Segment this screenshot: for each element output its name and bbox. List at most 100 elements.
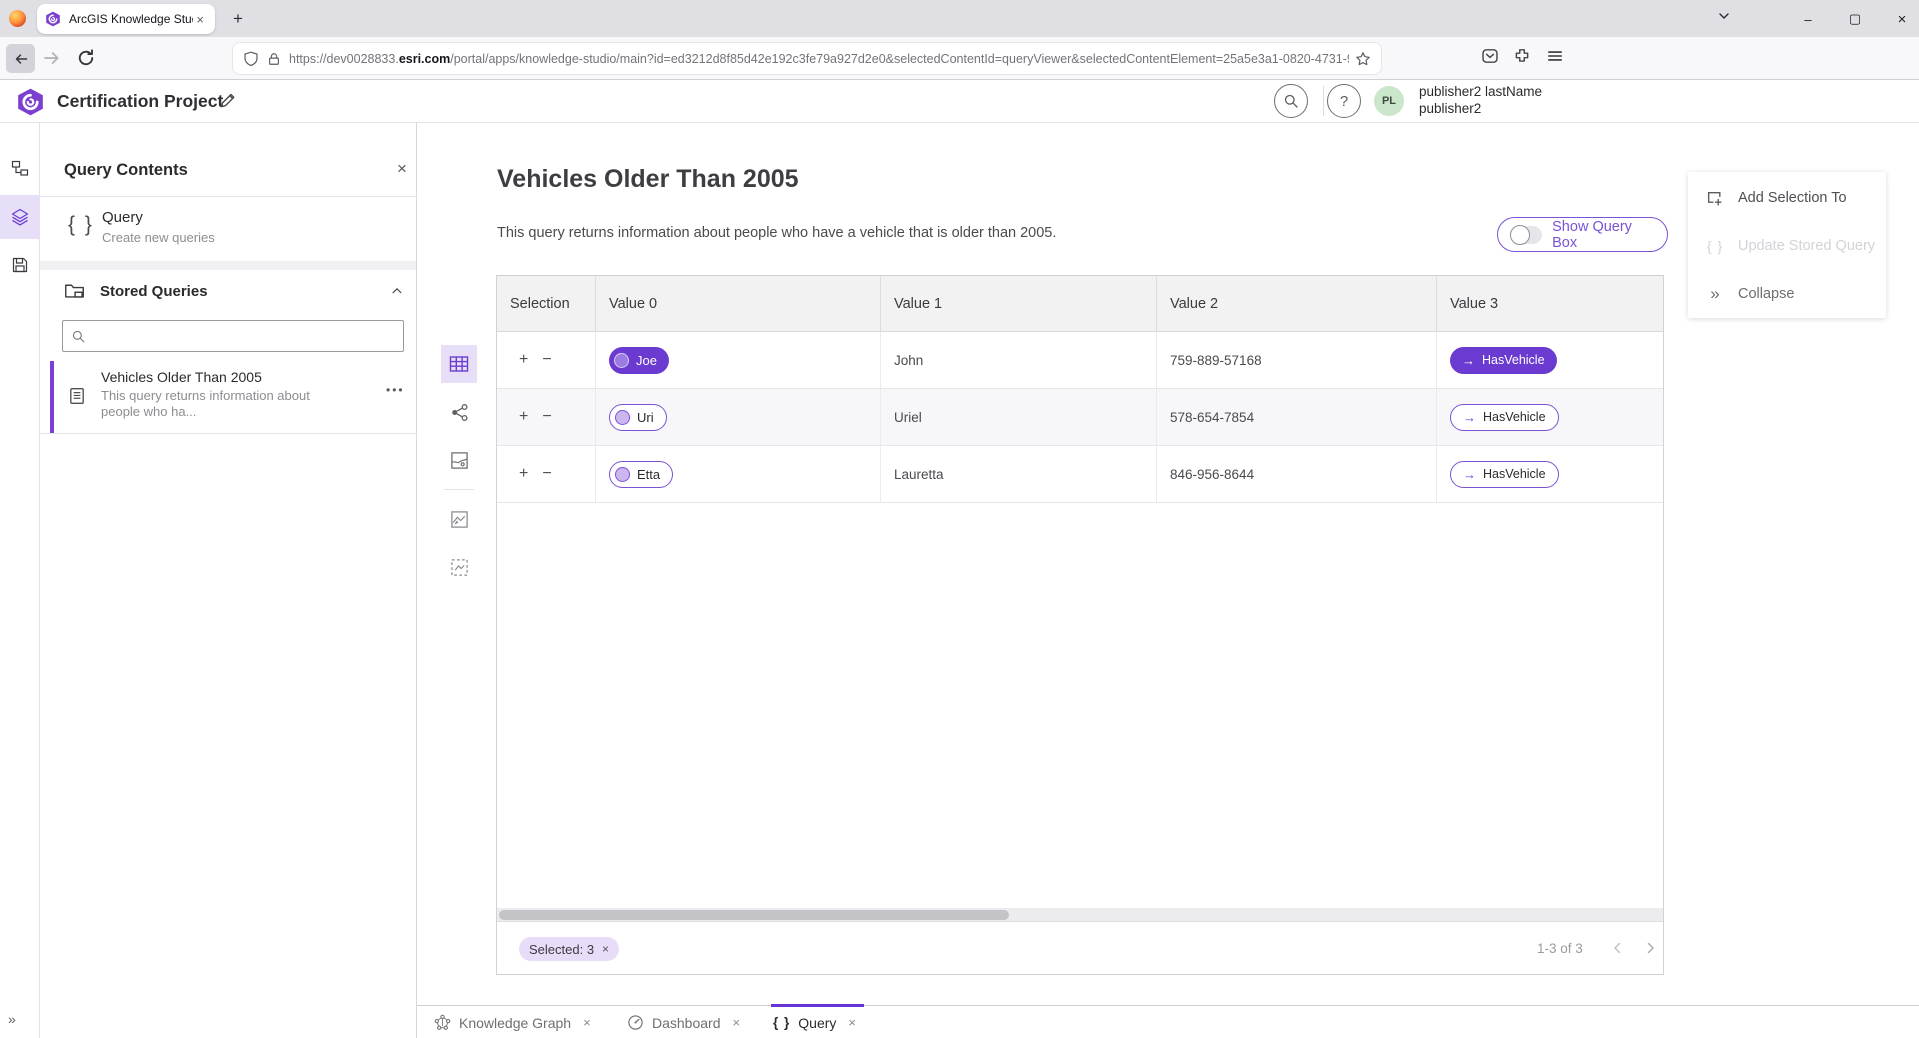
cell-value: 578-654-7854 [1157, 389, 1437, 445]
query-item-subtitle: Create new queries [102, 230, 215, 245]
clear-selection-icon[interactable]: × [602, 942, 609, 956]
panel-title: Query Contents [64, 161, 188, 180]
entity-pill[interactable]: Etta [609, 461, 673, 488]
entity-pill[interactable]: Uri [609, 404, 667, 431]
relationship-pill[interactable]: →HasVehicle [1450, 404, 1559, 431]
map-view-button[interactable] [441, 441, 477, 479]
tab-knowledge-graph[interactable]: Knowledge Graph × [434, 1006, 591, 1038]
reload-button[interactable] [76, 48, 96, 68]
relationship-pill[interactable]: →HasVehicle [1450, 347, 1557, 374]
collapse-menu-item[interactable]: » Collapse [1688, 270, 1886, 318]
previous-page-chevron-icon[interactable] [1610, 940, 1626, 956]
user-username: publisher2 [1419, 100, 1542, 117]
add-to-selection-icon[interactable]: + [519, 352, 528, 368]
stored-queries-header[interactable]: Stored Queries [40, 270, 416, 312]
close-tab-icon[interactable]: × [848, 1015, 856, 1030]
stored-query-title: Vehicles Older Than 2005 [101, 369, 262, 385]
column-header[interactable]: Value 1 [881, 276, 1157, 332]
column-header[interactable]: Value 0 [596, 276, 881, 332]
scrollbar-thumb[interactable] [499, 910, 1009, 920]
table-row[interactable]: + − Etta Lauretta 846-956-8644 →HasVehic… [497, 446, 1663, 503]
table-row[interactable]: + − Uri Uriel 578-654-7854 →HasVehicle [497, 389, 1663, 446]
toggle-track[interactable] [1510, 226, 1542, 244]
add-to-selection-icon[interactable]: + [519, 409, 528, 425]
data-model-icon[interactable] [11, 159, 29, 177]
toggle-knob[interactable] [1510, 225, 1530, 245]
table-row[interactable]: + − Joe John 759-889-57168 →HasVehicle [497, 332, 1663, 389]
hamburger-menu-icon[interactable] [1546, 47, 1564, 65]
forward-button[interactable] [42, 48, 62, 68]
add-to-map-view-button[interactable] [441, 500, 477, 538]
item-overflow-menu-icon[interactable]: ••• [386, 383, 405, 397]
column-header[interactable]: Selection [497, 276, 596, 332]
query-results-table: Selection Value 0 Value 1 Value 2 Value … [496, 275, 1664, 975]
selected-count-chip[interactable]: Selected: 3 × [519, 937, 619, 961]
close-tab-icon[interactable]: × [733, 1015, 741, 1030]
column-header[interactable]: Value 2 [1157, 276, 1437, 332]
entity-dot-icon [615, 410, 630, 425]
expand-rail-chevrons-icon[interactable]: » [8, 1011, 16, 1027]
user-menu[interactable]: publisher2 lastName publisher2 [1419, 83, 1542, 117]
lock-icon[interactable] [267, 52, 281, 66]
extensions-icon[interactable] [1513, 47, 1531, 65]
url-bar[interactable]: https://dev0028833.esri.com/portal/apps/… [233, 43, 1381, 74]
back-button[interactable] [6, 44, 35, 73]
firefox-logo-icon[interactable] [9, 10, 26, 27]
remove-from-selection-icon[interactable]: − [542, 352, 551, 368]
next-page-chevron-icon[interactable] [1642, 940, 1658, 956]
folder-icon [64, 280, 85, 301]
add-to-selection-icon[interactable]: + [519, 466, 528, 482]
table-view-button[interactable] [441, 345, 477, 383]
tab-close-icon[interactable]: × [193, 12, 207, 27]
entity-dot-icon [614, 353, 629, 368]
remove-from-selection-icon[interactable]: − [542, 409, 551, 425]
dashboard-gauge-icon [627, 1014, 644, 1031]
browser-tab[interactable]: ArcGIS Knowledge Studio × [37, 4, 215, 34]
list-tabs-chevron-icon[interactable] [1716, 8, 1732, 24]
add-selection-to-menu-item[interactable]: Add Selection To [1688, 174, 1886, 222]
project-title: Certification Project [57, 91, 223, 112]
chevron-up-icon[interactable] [390, 284, 404, 298]
link-chart-view-button[interactable] [441, 393, 477, 431]
window-minimize-button[interactable]: – [1791, 6, 1825, 32]
search-button[interactable] [1274, 84, 1308, 118]
tab-dashboard[interactable]: Dashboard × [627, 1006, 740, 1038]
entity-pill[interactable]: Joe [609, 347, 669, 374]
browser-toolbar: https://dev0028833.esri.com/portal/apps/… [0, 37, 1919, 80]
search-icon [71, 329, 86, 344]
braces-icon: { } [1706, 238, 1724, 254]
selected-indicator-bar [50, 361, 54, 433]
help-button[interactable]: ? [1327, 84, 1361, 118]
browser-tab-strip: ArcGIS Knowledge Studio × + – ▢ × [0, 0, 1919, 37]
selection-map-view-button[interactable] [441, 548, 477, 586]
window-maximize-button[interactable]: ▢ [1838, 6, 1872, 32]
horizontal-scrollbar[interactable] [497, 908, 1663, 921]
edit-title-button[interactable] [218, 91, 237, 110]
panel-close-icon[interactable]: × [392, 159, 412, 179]
show-query-box-toggle[interactable]: Show Query Box [1497, 217, 1668, 252]
column-header[interactable]: Value 3 [1437, 276, 1663, 332]
close-tab-icon[interactable]: × [583, 1015, 591, 1030]
stored-queries-search[interactable] [62, 320, 404, 352]
avatar[interactable]: PL [1374, 86, 1404, 116]
knowledge-graph-icon [434, 1014, 451, 1031]
tab-query[interactable]: { } Query × [773, 1006, 856, 1038]
remove-from-selection-icon[interactable]: − [542, 466, 551, 482]
new-tab-button[interactable]: + [226, 7, 250, 31]
query-create-item[interactable]: { } Query Create new queries [40, 197, 416, 261]
stored-query-item[interactable]: Vehicles Older Than 2005 This query retu… [40, 361, 416, 433]
relationship-pill[interactable]: →HasVehicle [1450, 461, 1559, 488]
search-input[interactable] [94, 329, 395, 344]
shield-icon[interactable] [243, 51, 259, 67]
add-selection-icon [1706, 190, 1724, 207]
query-item-title: Query [102, 209, 143, 226]
layers-icon[interactable] [11, 208, 29, 226]
bookmark-star-icon[interactable] [1355, 51, 1371, 67]
header-divider [1323, 86, 1324, 116]
save-icon[interactable] [11, 256, 29, 274]
window-close-button[interactable]: × [1885, 6, 1919, 32]
pocket-icon[interactable] [1481, 47, 1499, 65]
arrow-right-icon: → [1462, 353, 1475, 368]
dashed-selection-icon [450, 558, 469, 577]
entity-dot-icon [615, 467, 630, 482]
